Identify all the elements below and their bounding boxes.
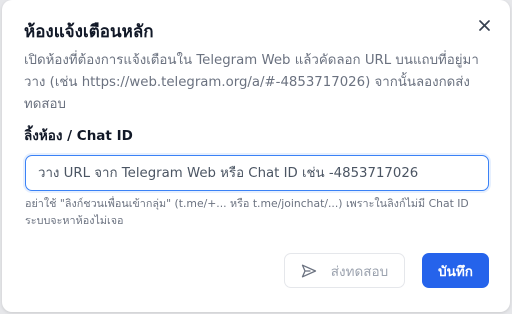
close-button[interactable] bbox=[474, 15, 494, 35]
notification-room-dialog: ห้องแจ้งเตือนหลัก เปิดห้องที่ต้องการแจ้ง… bbox=[2, 0, 510, 312]
invite-link-hint: อย่าใช้ "ลิงก์ชวนเพื่อนเข้ากลุ่ม" (t.me/… bbox=[25, 197, 469, 227]
save-button[interactable]: บันทึก bbox=[422, 253, 489, 288]
chat-id-input[interactable] bbox=[25, 155, 489, 191]
close-icon bbox=[478, 19, 490, 31]
dialog-title: ห้องแจ้งเตือนหลัก bbox=[24, 22, 154, 42]
chat-id-label: ลิ้งห้อง / Chat ID bbox=[24, 128, 133, 144]
send-icon bbox=[301, 263, 317, 279]
dialog-description: เปิดห้องที่ต้องการแจ้งเตือนใน Telegram W… bbox=[24, 53, 479, 112]
send-test-label: ส่งทดสอบ bbox=[330, 263, 389, 280]
send-test-button[interactable]: ส่งทดสอบ bbox=[284, 253, 405, 288]
